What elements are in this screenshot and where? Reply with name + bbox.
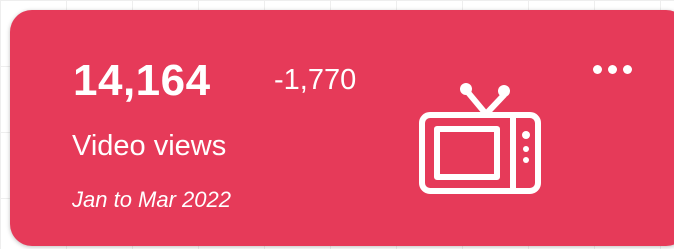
metric-value: 14,164 [73,56,211,105]
more-options-icon [592,64,602,74]
more-options-button[interactable] [582,54,642,84]
more-options-icon [622,64,632,74]
metric-label: Video views [72,130,227,162]
tv-icon [419,83,541,194]
metric-period: Jan to Mar 2022 [72,187,231,212]
more-options-icon [607,64,617,74]
metric-change: -1,770 [274,64,357,96]
video-views-card: 14,164 -1,770 Video views Jan to Mar 202… [10,10,674,246]
